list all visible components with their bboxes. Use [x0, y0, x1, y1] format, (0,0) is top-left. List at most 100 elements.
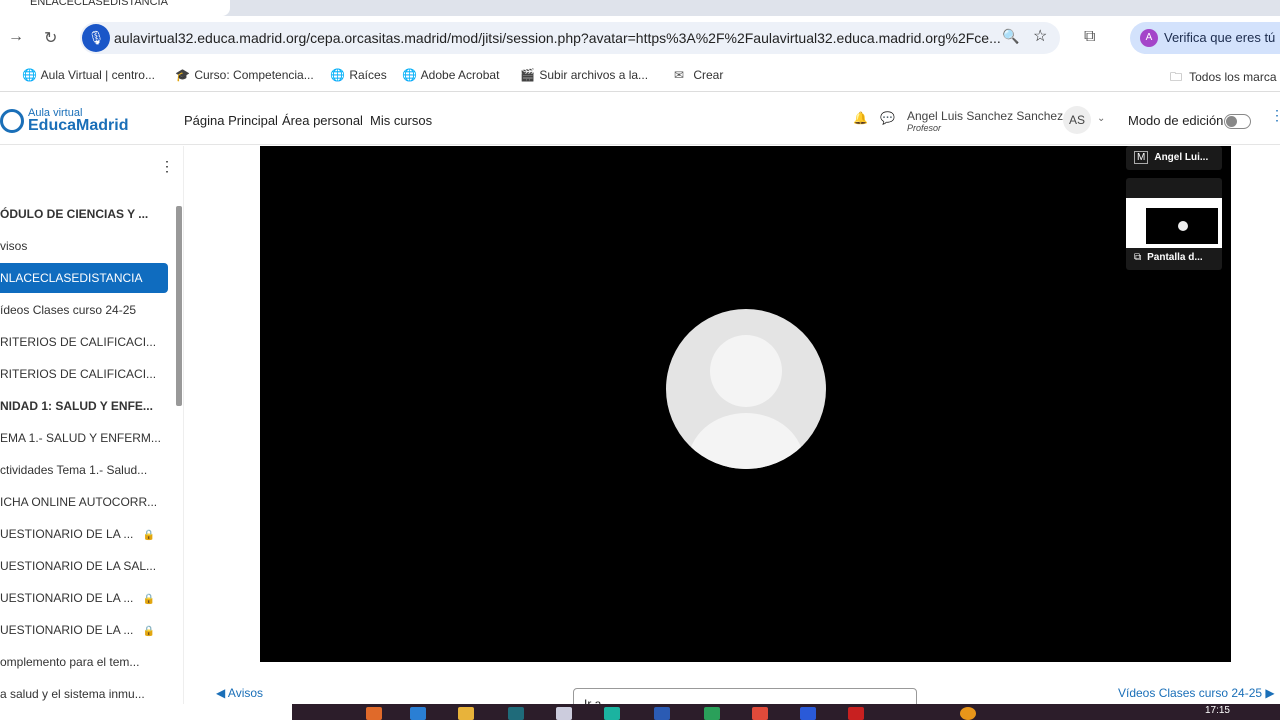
course-index: ⋮ ÓDULO DE CIENCIAS Y ... visos NLACECLASE…	[0, 146, 184, 704]
all-bookmarks[interactable]: 🗀 Todos los marca	[1170, 68, 1277, 89]
extensions-icon[interactable]: ⧉	[1084, 28, 1095, 46]
bookmark-label: Crear	[693, 68, 724, 82]
app-icon[interactable]	[366, 707, 382, 720]
globe-icon: 🌐	[402, 68, 417, 82]
course-index-label: ídeos Clases curso 24-25	[0, 303, 137, 317]
course-index-item[interactable]: omplemento para el tem...	[0, 647, 168, 677]
course-index-label: visos	[0, 239, 28, 253]
taskbar-search[interactable]	[0, 704, 292, 720]
course-index-label: RITERIOS DE CALIFICACI...	[0, 335, 157, 349]
bookmark-item[interactable]: 🎓 Curso: Competencia...	[175, 68, 314, 82]
url-text[interactable]: aulavirtual32.educa.madrid.org/cepa.orca…	[114, 30, 1001, 46]
user-role: Profesor	[907, 123, 942, 133]
app-icon[interactable]	[704, 707, 720, 720]
logo-title[interactable]: EducaMadrid	[28, 117, 128, 135]
bookmarks-bar: 🌐 Aula Virtual | centro... 🎓 Curso: Compe…	[0, 60, 1280, 92]
screen-share-thumbnail[interactable]: ⧉ Pantalla d...	[1126, 178, 1222, 270]
nav-mis-cursos[interactable]: Mis cursos	[370, 113, 432, 128]
bookmark-item[interactable]: 🌐 Aula Virtual | centro...	[22, 68, 155, 82]
nav-area-personal[interactable]: Área personal	[282, 113, 363, 128]
course-index-item[interactable]: ctividades Tema 1.- Salud...	[0, 455, 168, 485]
tab-strip: ENLACECLASEDISTANCIA	[0, 0, 1280, 16]
course-index-item[interactable]: RITERIOS DE CALIFICACI...	[0, 359, 168, 389]
jitsi-video-stage[interactable]: M Angel Lui... ⧉ Pantalla d...	[260, 146, 1231, 662]
lock-icon: 🔒	[142, 530, 156, 541]
course-index-label: NLACECLASEDISTANCIA	[0, 271, 143, 285]
course-index-item[interactable]: NLACECLASEDISTANCIA	[0, 263, 168, 293]
course-index-item[interactable]: UESTIONARIO DE LA ... 🔒	[0, 583, 168, 613]
app-icon[interactable]	[508, 707, 524, 720]
course-index-label: EMA 1.- SALUD Y ENFERM...	[0, 431, 161, 445]
microphone-icon[interactable]: 🎙	[82, 24, 110, 52]
course-index-label: UESTIONARIO DE LA ...	[0, 591, 134, 605]
omnibox[interactable]: 🎙 aulavirtual32.educa.madrid.org/cepa.or…	[80, 22, 1060, 54]
course-index-label: ICHA ONLINE AUTOCORR...	[0, 495, 158, 509]
forward-icon[interactable]: →	[8, 28, 24, 46]
clock[interactable]: 17:15	[1205, 705, 1230, 716]
reload-icon[interactable]: ↻	[44, 28, 57, 48]
profile-button[interactable]: A Verifica que eres tú	[1130, 22, 1280, 54]
chat-icon[interactable]: 💬	[880, 111, 895, 125]
all-bookmarks-label: Todos los marca	[1189, 70, 1277, 84]
bookmark-item[interactable]: ✉ Crear	[674, 68, 723, 82]
course-index-item[interactable]: UESTIONARIO DE LA ... 🔒	[0, 615, 168, 645]
sidebar-scrollbar[interactable]	[176, 206, 182, 406]
course-index-label: UESTIONARIO DE LA SAL...	[0, 559, 157, 573]
user-menu[interactable]: Angel Luis Sanchez Sanchez Profesor	[907, 109, 1063, 133]
app-icon[interactable]	[410, 707, 426, 720]
more-options-icon[interactable]: ⋮	[160, 158, 174, 175]
bookmark-item[interactable]: 🌐 Adobe Acrobat	[402, 68, 499, 82]
avatar[interactable]: AS	[1063, 106, 1091, 134]
course-index-item[interactable]: ÓDULO DE CIENCIAS Y ...	[0, 199, 168, 229]
zoom-icon[interactable]: 🔍	[1002, 28, 1019, 45]
participant-thumbnail[interactable]: M Angel Lui...	[1126, 146, 1222, 170]
course-index-label: RITERIOS DE CALIFICACI...	[0, 367, 157, 381]
windows-taskbar: 17:15	[0, 704, 1280, 720]
course-index-item[interactable]: EMA 1.- SALUD Y ENFERM...	[0, 423, 168, 453]
course-index-item[interactable]: ídeos Clases curso 24-25	[0, 295, 168, 325]
participant-avatar	[666, 309, 826, 469]
profile-label: Verifica que eres tú	[1164, 30, 1276, 45]
globe-icon: 🌐	[22, 68, 37, 82]
lock-icon: 🔒	[142, 594, 156, 605]
screen-share-icon: ⧉	[1134, 252, 1142, 263]
acrobat-icon[interactable]	[848, 707, 864, 720]
graduation-cap-icon: 🎓	[175, 68, 190, 82]
course-index-label: omplemento para el tem...	[0, 655, 140, 669]
bell-icon[interactable]: 🔔	[853, 111, 868, 125]
next-activity-link[interactable]: Vídeos Clases curso 24-25 ▶	[1118, 686, 1275, 700]
app-icon[interactable]	[556, 707, 572, 720]
course-index-item[interactable]: ICHA ONLINE AUTOCORR...	[0, 487, 168, 517]
bookmark-item[interactable]: 🎬 Subir archivos a la...	[520, 68, 648, 82]
site-header: Aula virtual EducaMadrid Página Principa…	[0, 97, 1280, 145]
edit-mode-toggle[interactable]	[1224, 114, 1251, 129]
course-index-item[interactable]: a salud y el sistema inmu...	[0, 679, 168, 704]
course-index-label: a salud y el sistema inmu...	[0, 687, 145, 701]
star-icon[interactable]: ☆	[1033, 26, 1047, 46]
app-icon[interactable]	[800, 707, 816, 720]
edge-icon[interactable]	[604, 707, 620, 720]
course-index-label: ÓDULO DE CIENCIAS Y ...	[0, 207, 149, 221]
apps-grid-icon[interactable]: ⋮	[1270, 107, 1280, 124]
course-index-item[interactable]: RITERIOS DE CALIFICACI...	[0, 327, 168, 357]
course-index-label: UESTIONARIO DE LA ...	[0, 623, 134, 637]
chrome-icon[interactable]	[752, 707, 768, 720]
folder-icon[interactable]	[458, 707, 474, 720]
word-icon[interactable]	[654, 707, 670, 720]
lock-icon: 🔒	[142, 626, 156, 637]
bookmark-item[interactable]: 🌐 Raíces	[330, 68, 387, 82]
prev-activity-link[interactable]: ◀ Avisos	[216, 686, 263, 700]
course-index-item[interactable]: UESTIONARIO DE LA SAL...	[0, 551, 168, 581]
browser-tab[interactable]: ENLACECLASEDISTANCIA	[0, 0, 230, 16]
chevron-down-icon[interactable]: ⌄	[1097, 113, 1105, 124]
globe-icon: 🌐	[330, 68, 345, 82]
weather-icon[interactable]	[960, 707, 976, 720]
course-index-item[interactable]: visos	[0, 231, 168, 261]
nav-pagina-principal[interactable]: Página Principal	[184, 113, 278, 128]
folder-icon: 🗀	[1170, 70, 1183, 84]
moderator-badge: M	[1134, 151, 1149, 164]
course-index-item[interactable]: NIDAD 1: SALUD Y ENFE...	[0, 391, 168, 421]
course-index-label: ctividades Tema 1.- Salud...	[0, 463, 148, 477]
course-index-item[interactable]: UESTIONARIO DE LA ... 🔒	[0, 519, 168, 549]
bookmark-label: Raíces	[349, 68, 387, 82]
